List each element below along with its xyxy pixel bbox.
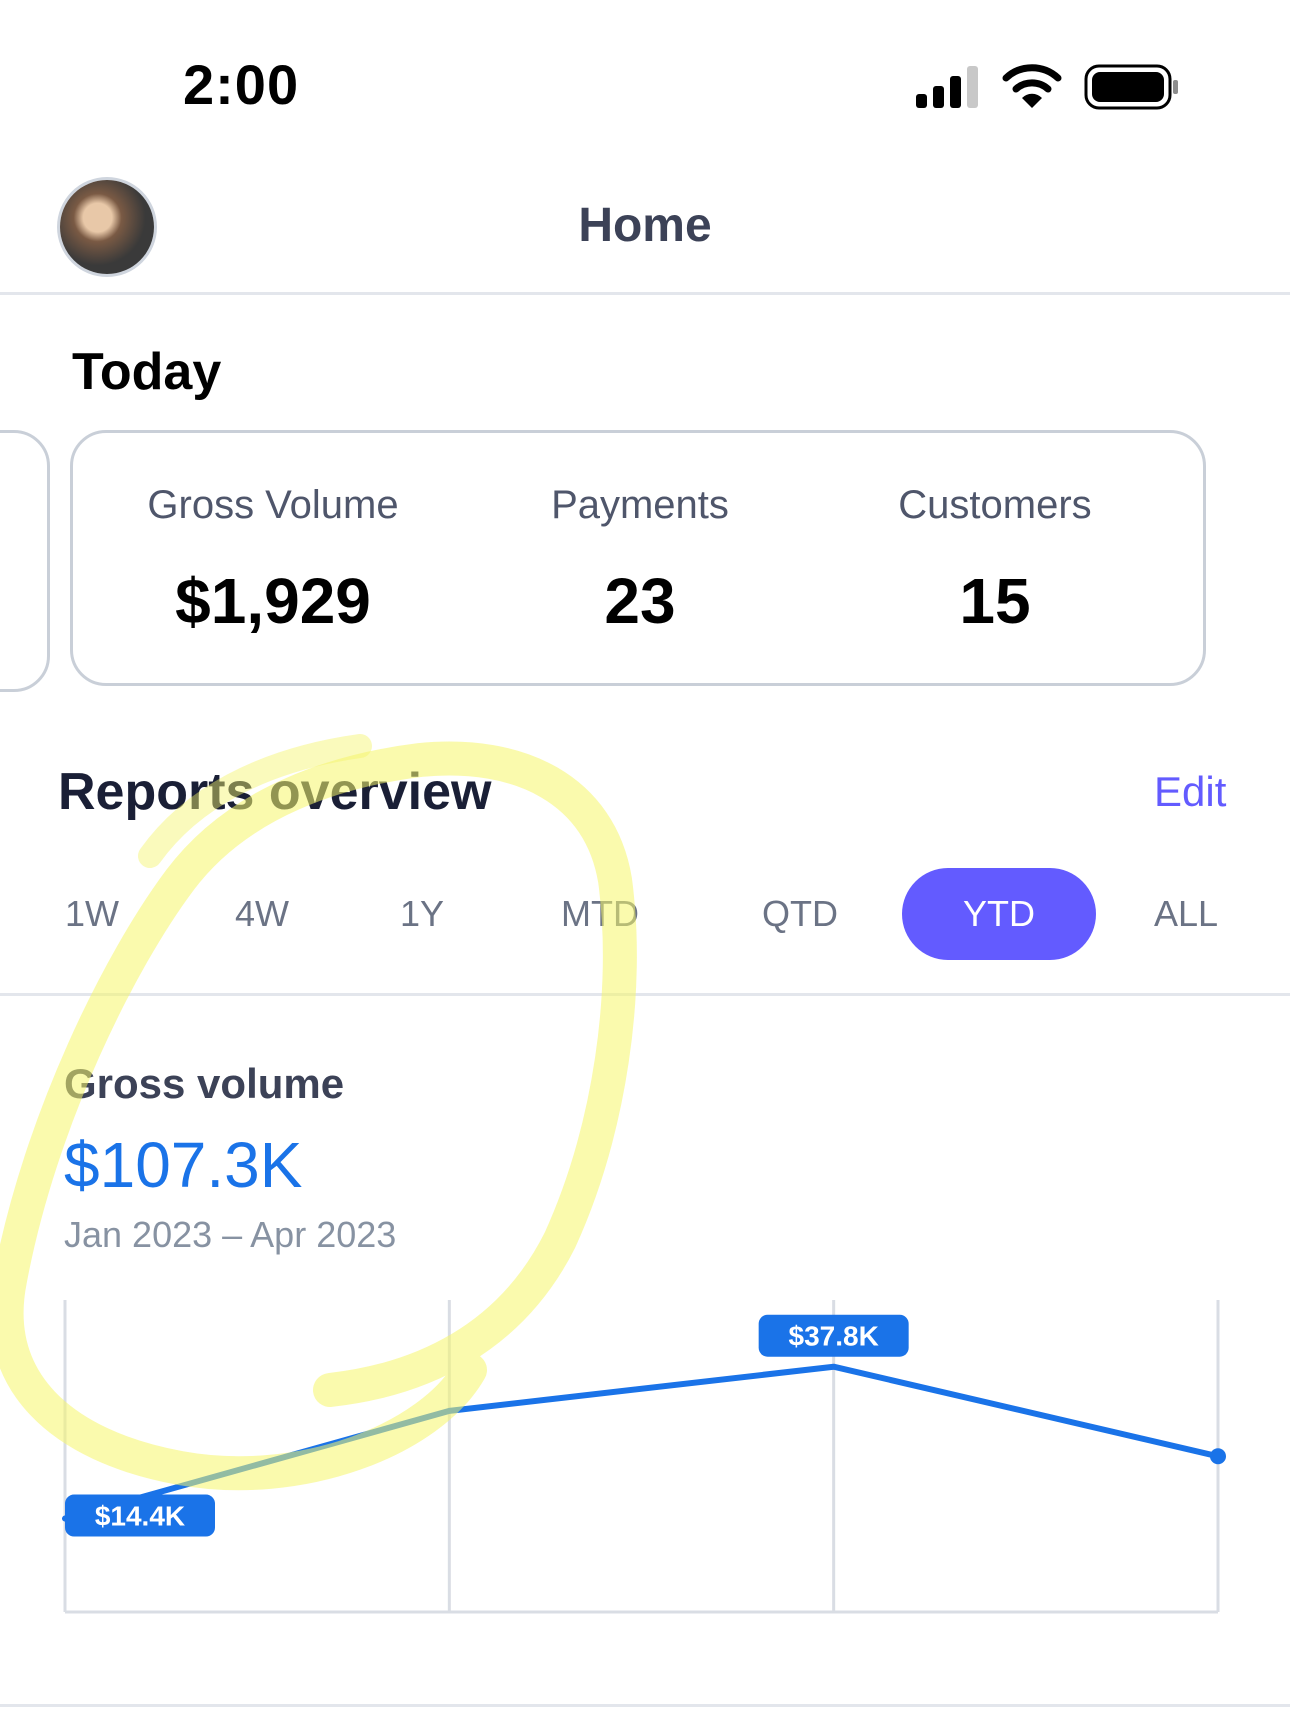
status-time: 2:00 [183,53,300,116]
chart-series-line [62,1363,1221,1522]
wifi-icon [1002,64,1062,108]
range-tab-all[interactable]: ALL [1126,868,1246,960]
chart-data-point [1210,1448,1226,1465]
range-tab-mtd[interactable]: MTD [540,868,660,960]
metric-value: 23 [604,565,676,637]
metric-label: Customers [898,483,1092,527]
metric-value: 15 [959,565,1031,637]
range-tab-qtd[interactable]: QTD [740,868,860,960]
bottom-divider [0,1704,1290,1707]
metric-customers: Customers 15 [825,483,1165,638]
chart-title: Gross volume [64,1060,345,1107]
metric-label: Gross Volume [147,483,399,527]
metric-payments: Payments 23 [470,483,810,638]
range-tab-1y[interactable]: 1Y [372,868,472,960]
chart-value-label: $37.8K [758,1314,909,1357]
reports-overview-heading: Reports overview [58,763,492,821]
today-heading: Today [72,343,222,401]
chart-total-value[interactable]: $107.3K [64,1128,302,1202]
cellular-signal-icon [916,66,980,108]
battery-icon [1084,64,1178,110]
tabs-divider [0,993,1290,996]
metric-gross-volume: Gross Volume $1,929 [103,483,443,638]
range-tab-4w[interactable]: 4W [212,868,312,960]
range-tab-1w[interactable]: 1W [42,868,142,960]
chart-value-label: $14.4K [65,1494,215,1537]
metric-value: $1,929 [175,565,371,637]
chart-value-label-text: $14.4K [95,1501,185,1532]
previous-summary-card[interactable] [0,430,50,692]
today-summary-card[interactable]: Gross Volume $1,929 Payments 23 Customer… [70,430,1206,686]
metric-label: Payments [551,483,729,527]
range-tab-ytd[interactable]: YTD [902,868,1096,960]
header-divider [0,292,1290,295]
chart-date-range: Jan 2023 – Apr 2023 [64,1214,397,1255]
page-title: Home [578,199,712,252]
edit-button[interactable]: Edit [1154,768,1226,816]
chart-value-label-text: $37.8K [789,1321,879,1352]
gross-volume-line-chart[interactable]: $14.4K $37.8K [0,1280,1290,1640]
